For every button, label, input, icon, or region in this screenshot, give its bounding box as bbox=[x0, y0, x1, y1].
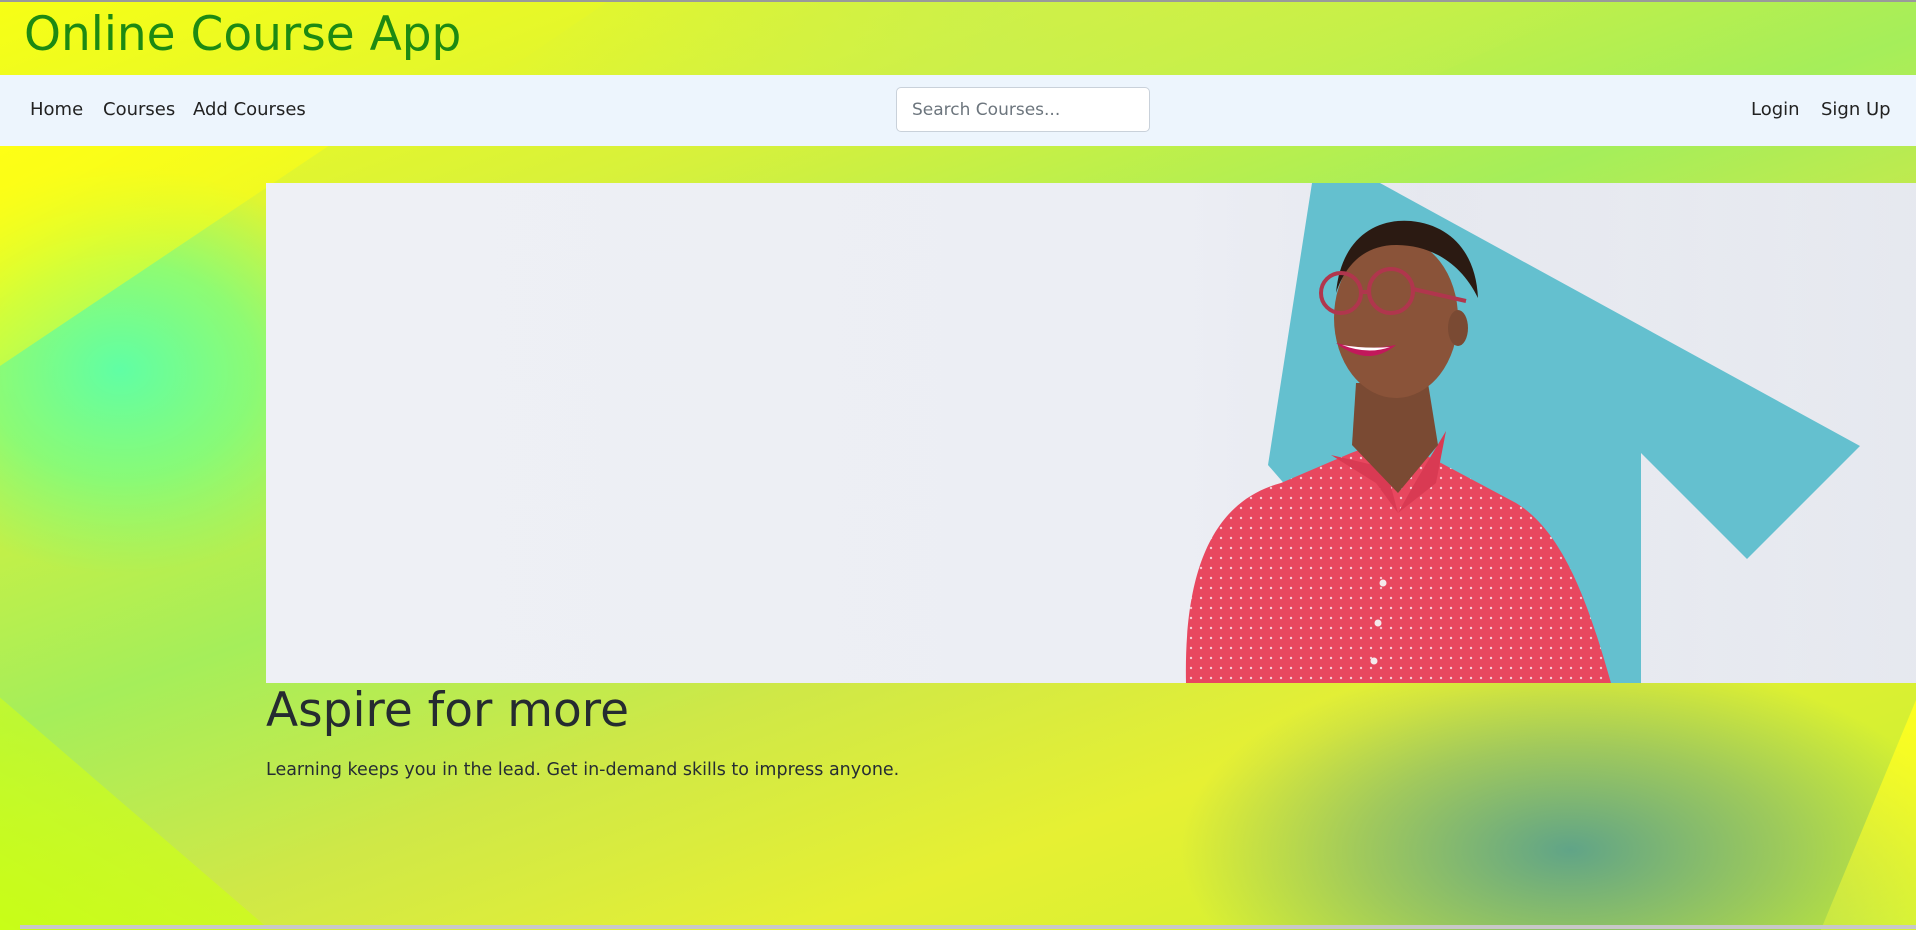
navbar: Home Courses Add Courses Login Sign Up bbox=[0, 75, 1916, 146]
horizontal-scrollbar[interactable] bbox=[20, 925, 1916, 929]
nav-link-sign-up[interactable]: Sign Up bbox=[1821, 99, 1891, 120]
nav-link-add-courses[interactable]: Add Courses bbox=[193, 99, 306, 120]
hero-title: Aspire for more bbox=[266, 683, 629, 738]
nav-link-login[interactable]: Login bbox=[1751, 99, 1800, 120]
search-input[interactable] bbox=[896, 87, 1150, 132]
app-header: Online Course App bbox=[0, 2, 1916, 75]
hero-image bbox=[1066, 183, 1916, 683]
hero-banner bbox=[266, 183, 1916, 683]
app-title: Online Course App bbox=[24, 7, 462, 62]
nav-link-home[interactable]: Home bbox=[30, 99, 83, 120]
background-facet bbox=[0, 697, 270, 930]
hero-subtitle: Learning keeps you in the lead. Get in-d… bbox=[266, 760, 900, 780]
nav-link-courses[interactable]: Courses bbox=[103, 99, 175, 120]
background-facet bbox=[1820, 700, 1916, 930]
